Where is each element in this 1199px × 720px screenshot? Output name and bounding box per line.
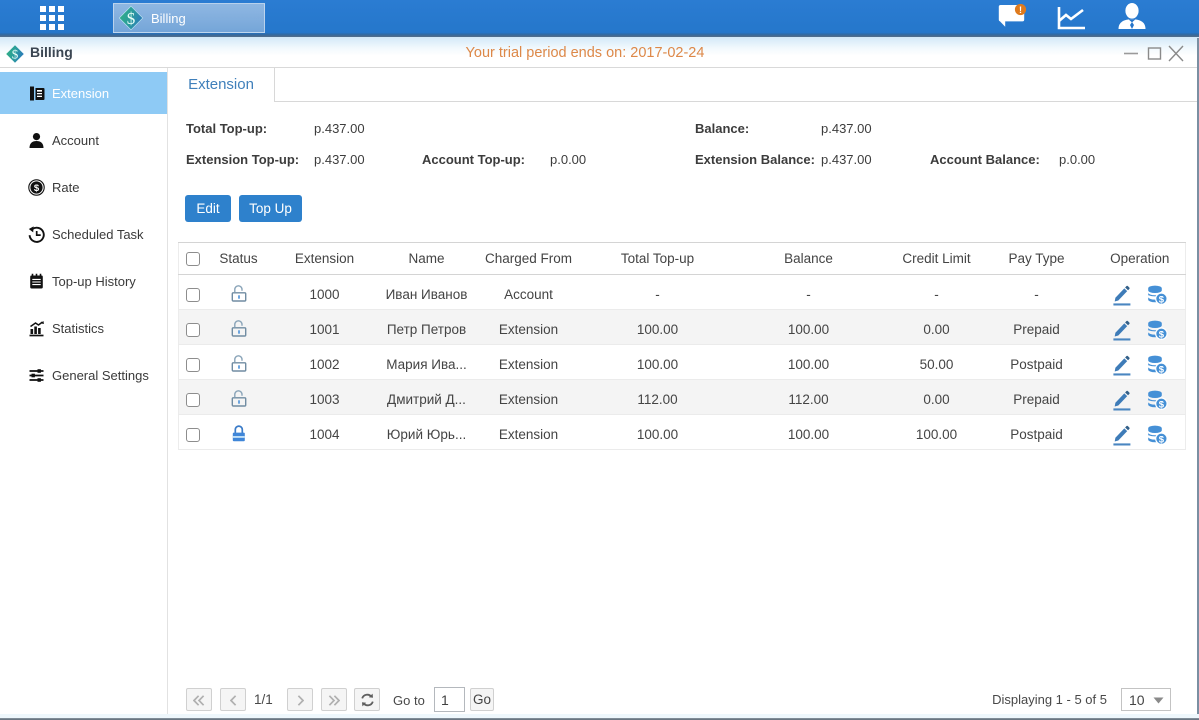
svg-text:!: ! <box>1019 5 1022 15</box>
svg-text:$: $ <box>34 182 40 193</box>
svg-text:$: $ <box>127 9 136 28</box>
